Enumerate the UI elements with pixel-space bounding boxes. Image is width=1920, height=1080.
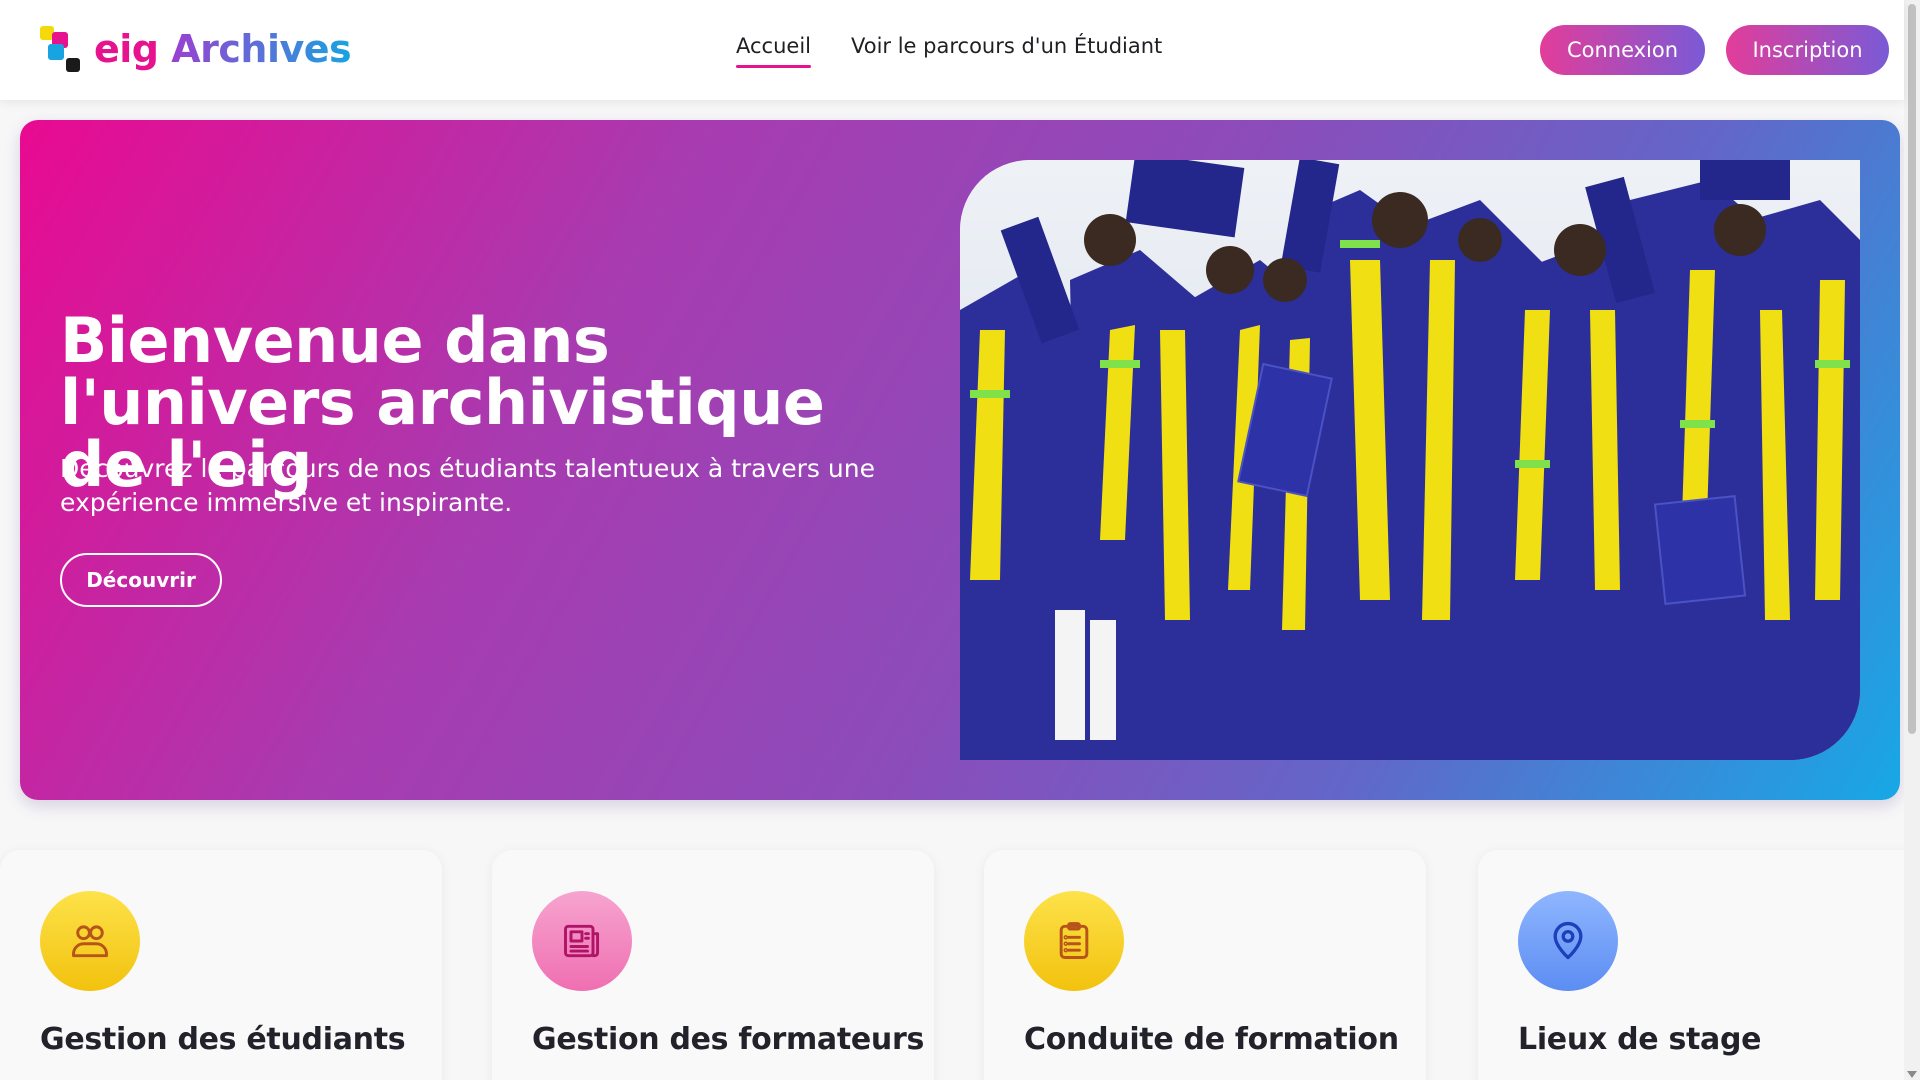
hero-subtitle: Découvrez le parcours de nos étudiants t… [60,454,875,517]
brand-logo[interactable]: eig Archives [38,24,352,74]
page-scrollbar[interactable] [1904,0,1920,1080]
card-student-management[interactable]: Gestion des étudiants [0,850,442,1080]
brand-name-part1: eig [94,27,159,71]
nav-student-journey-link[interactable]: Voir le parcours d'un Étudiant [851,34,1162,68]
scroll-down-arrow-icon[interactable] [1907,1071,1917,1078]
card-title: Conduite de formation [1024,1022,1399,1057]
brand-name: eig Archives [94,27,352,71]
signup-button[interactable]: Inscription [1726,25,1889,75]
scrollbar-thumb[interactable] [1908,4,1916,734]
newspaper-icon [532,891,632,991]
hero-banner: Bienvenue dans l'univers archivistique d… [20,120,1900,800]
map-pin-icon [1518,891,1618,991]
card-internship-locations[interactable]: Lieux de stage [1478,850,1920,1080]
users-icon [40,891,140,991]
card-title: Gestion des formateurs [532,1022,925,1057]
brand-name-part2: Archives [171,27,352,71]
card-trainer-management[interactable]: Gestion des formateurs [492,850,934,1080]
card-training-conduct[interactable]: Conduite de formation [984,850,1426,1080]
main-nav: Accueil Voir le parcours d'un Étudiant [736,34,1162,68]
card-title: Lieux de stage [1518,1022,1762,1057]
clipboard-list-icon [1024,891,1124,991]
discover-button[interactable]: Découvrir [60,553,222,607]
graduation-photo [960,160,1860,760]
login-button[interactable]: Connexion [1540,25,1705,75]
card-title: Gestion des étudiants [40,1022,406,1057]
top-header: eig Archives Accueil Voir le parcours d'… [0,0,1904,100]
feature-cards: Gestion des étudiants Gestion des format… [0,850,1920,1080]
nav-home-link[interactable]: Accueil [736,34,811,68]
logo-mark-icon [38,24,84,74]
